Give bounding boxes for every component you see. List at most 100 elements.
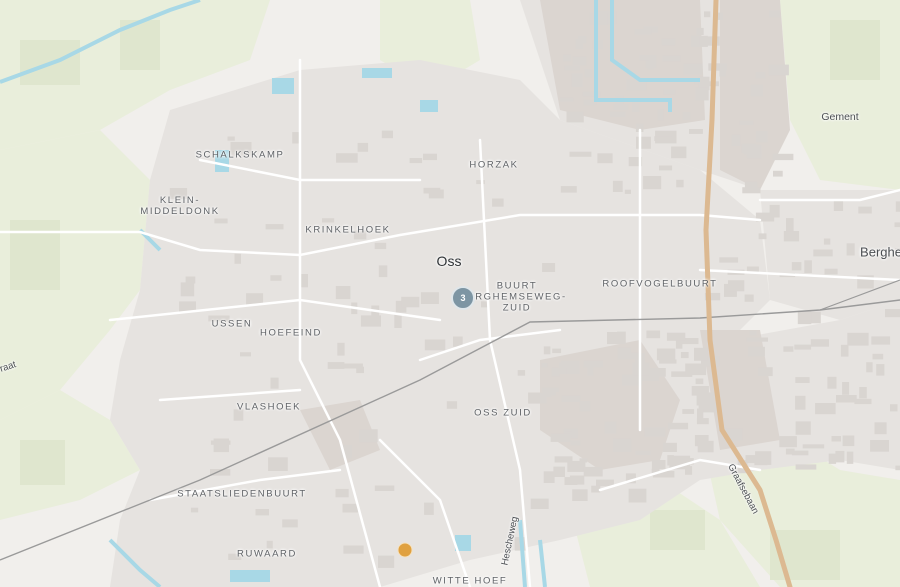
building-block xyxy=(842,435,855,447)
building-block xyxy=(270,377,279,389)
building-block xyxy=(227,136,235,141)
building-block xyxy=(858,206,872,214)
building-block xyxy=(617,331,626,344)
building-block xyxy=(842,382,850,395)
building-block xyxy=(794,344,812,350)
building-block xyxy=(265,224,284,230)
building-block xyxy=(895,465,900,471)
building-block xyxy=(791,450,809,456)
building-block xyxy=(566,111,584,123)
building-block xyxy=(424,502,434,515)
building-block xyxy=(558,367,567,375)
building-block xyxy=(246,293,264,305)
building-block xyxy=(343,545,364,554)
building-block xyxy=(795,464,817,470)
building-block xyxy=(553,466,565,477)
building-block xyxy=(656,348,676,361)
building-block xyxy=(543,471,555,483)
building-block xyxy=(268,457,288,471)
building-block xyxy=(890,404,898,412)
building-block xyxy=(870,440,889,452)
building-block xyxy=(694,347,708,361)
building-block xyxy=(835,450,845,463)
building-block xyxy=(612,180,623,192)
building-block xyxy=(833,200,844,211)
building-block xyxy=(357,142,369,152)
district-label-roofvogelbuurt: ROOFVOGELBUURT xyxy=(602,278,718,290)
building-block xyxy=(634,28,652,35)
building-block xyxy=(663,89,676,95)
building-block xyxy=(746,337,768,342)
poi-marker[interactable] xyxy=(397,542,413,558)
district-label-krinkelhoek: KRINKELHOEK xyxy=(305,224,391,236)
building-block xyxy=(680,352,689,359)
building-block xyxy=(543,387,552,397)
building-block xyxy=(758,367,773,377)
building-block xyxy=(564,65,580,71)
building-block xyxy=(872,353,884,360)
building-block xyxy=(739,120,754,126)
building-block xyxy=(624,189,631,194)
building-block xyxy=(646,330,661,339)
building-block xyxy=(755,72,766,79)
building-block xyxy=(635,450,651,456)
building-block xyxy=(401,296,420,308)
building-block xyxy=(691,386,709,396)
building-block xyxy=(636,136,651,149)
building-block xyxy=(337,342,345,356)
building-block xyxy=(300,274,308,288)
building-block xyxy=(728,280,745,292)
building-block xyxy=(657,108,664,121)
map-view[interactable]: SCHALKSKAMP KLEIN- MIDDELDONK KRINKELHOE… xyxy=(0,0,900,587)
building-block xyxy=(617,347,631,360)
building-block xyxy=(795,395,806,410)
building-block xyxy=(813,249,833,257)
building-block xyxy=(570,440,581,446)
building-block xyxy=(571,73,583,88)
building-block xyxy=(895,201,900,212)
building-block xyxy=(292,132,300,144)
cluster-marker[interactable]: 3 xyxy=(451,286,475,310)
building-block xyxy=(609,111,626,117)
building-block xyxy=(661,38,676,46)
building-block xyxy=(322,218,335,223)
building-block xyxy=(768,64,789,76)
building-block xyxy=(783,231,800,242)
building-block xyxy=(662,55,681,62)
building-block xyxy=(583,466,603,477)
building-block xyxy=(840,344,849,357)
building-block xyxy=(591,485,601,493)
building-block xyxy=(255,509,269,516)
building-block xyxy=(394,314,402,328)
building-block xyxy=(750,84,763,97)
building-block xyxy=(575,39,583,49)
building-block xyxy=(754,459,768,466)
building-block xyxy=(836,395,857,403)
building-block xyxy=(758,233,767,240)
building-block xyxy=(651,460,666,470)
building-block xyxy=(424,339,446,351)
district-label-klein-middeldonk: KLEIN- MIDDELDONK xyxy=(140,195,220,217)
building-block xyxy=(446,401,458,409)
building-block xyxy=(846,243,855,256)
building-block xyxy=(685,363,707,376)
building-block xyxy=(696,27,704,35)
building-block xyxy=(769,204,780,218)
city-label-oss: Oss xyxy=(436,253,462,269)
building-block xyxy=(378,265,388,278)
building-block xyxy=(213,438,229,453)
building-block xyxy=(360,315,381,327)
map-canvas[interactable] xyxy=(0,0,900,587)
building-block xyxy=(671,146,687,159)
building-block xyxy=(214,218,228,224)
building-block xyxy=(682,112,691,120)
building-block xyxy=(282,519,298,528)
building-block xyxy=(234,253,241,264)
building-block xyxy=(744,294,754,302)
building-block xyxy=(866,362,873,373)
building-block xyxy=(659,359,677,364)
building-block xyxy=(779,436,797,448)
building-block xyxy=(667,422,689,430)
district-label-staatsliedenbuurt: STAATSLIEDENBUURT xyxy=(177,488,307,500)
building-block xyxy=(643,176,662,190)
